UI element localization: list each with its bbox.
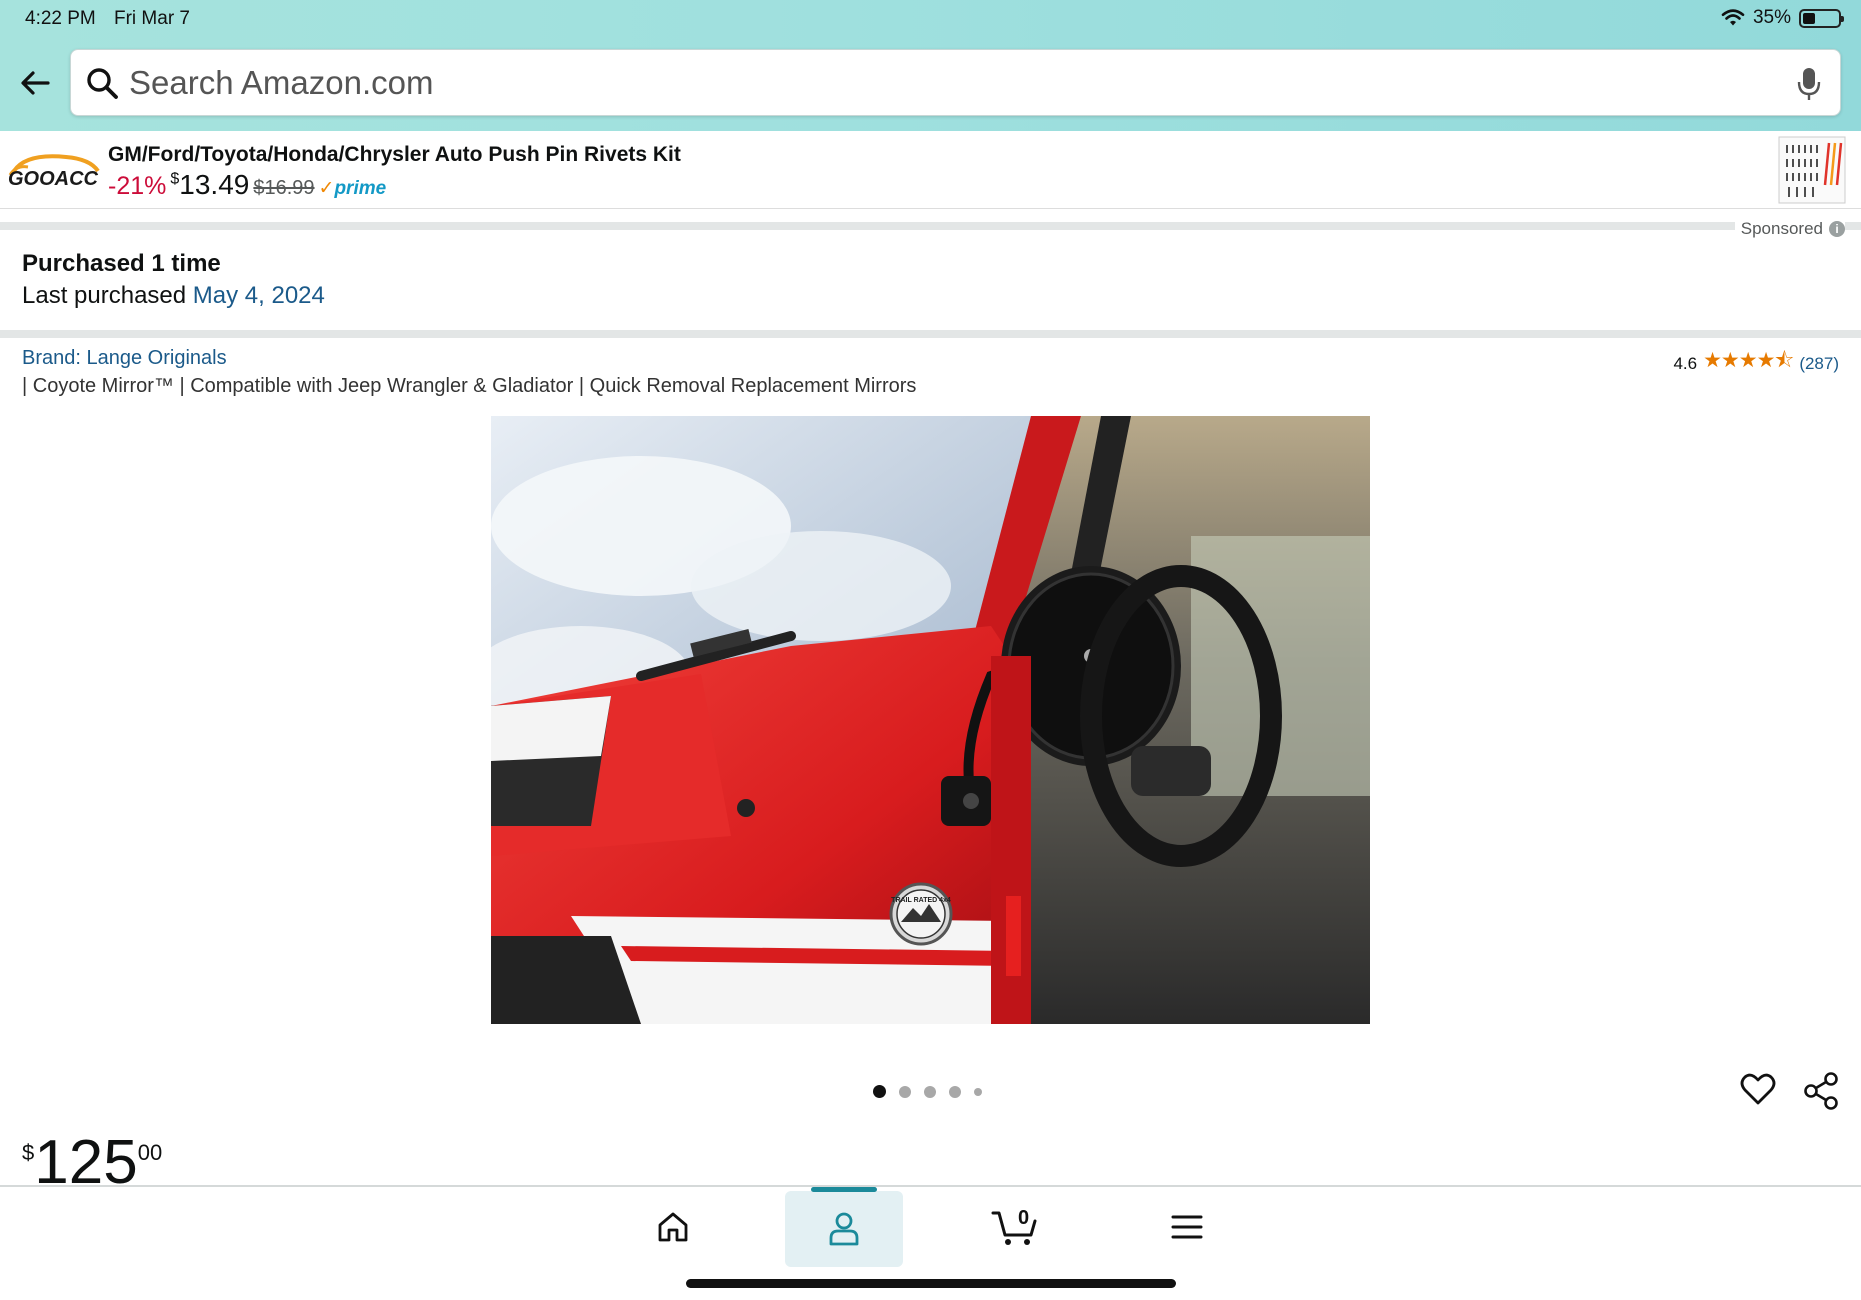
pager-dot[interactable]: [949, 1085, 961, 1098]
ad-list-price: $16.99: [253, 177, 315, 199]
ad-product-thumbnail[interactable]: [1777, 135, 1847, 205]
header: 4:22 PM Fri Mar 7 35%: [0, 0, 1861, 131]
cart-icon: [991, 1211, 1037, 1245]
ad-price: $13.49: [170, 169, 250, 200]
tab-account[interactable]: [785, 1187, 903, 1267]
section-divider: [0, 330, 1861, 338]
back-arrow-icon[interactable]: [18, 66, 52, 100]
rating[interactable]: 4.6 ★★★★⯪ (287): [1673, 346, 1839, 381]
account-icon: [829, 1212, 859, 1246]
rating-count-link[interactable]: (287): [1799, 354, 1839, 374]
pager-dot[interactable]: [873, 1085, 886, 1098]
last-purchased-date-link[interactable]: May 4, 2024: [193, 282, 325, 309]
wifi-icon: [1721, 9, 1745, 26]
tab-cart[interactable]: 0: [956, 1187, 1074, 1267]
microphone-icon[interactable]: [1796, 66, 1822, 102]
status-bar: 4:22 PM Fri Mar 7 35%: [0, 0, 1861, 38]
image-pager[interactable]: [873, 1085, 982, 1098]
home-indicator[interactable]: [686, 1279, 1176, 1288]
pager-dot[interactable]: [924, 1085, 936, 1098]
tab-menu[interactable]: [1128, 1187, 1246, 1267]
star-rating-icon: ★★★★⯪: [1703, 349, 1794, 372]
last-purchased: Last purchased May 4, 2024: [22, 282, 325, 309]
brand-link[interactable]: Brand: Lange Originals: [22, 347, 227, 370]
search-icon: [87, 68, 118, 99]
ad-title[interactable]: GM/Ford/Toyota/Honda/Chrysler Auto Push …: [108, 143, 681, 167]
pager-dot[interactable]: [974, 1087, 982, 1096]
sponsored-ad[interactable]: GOOACC GM/Ford/Toyota/Honda/Chrysler Aut…: [0, 131, 1861, 209]
status-time: 4:22 PM: [25, 8, 96, 29]
product-title: | Coyote Mirror™ | Compatible with Jeep …: [22, 375, 917, 397]
svg-text:GOOACC: GOOACC: [8, 168, 99, 190]
prime-badge: ✓prime: [318, 178, 387, 199]
rating-value: 4.6: [1673, 353, 1698, 373]
home-icon: [658, 1212, 688, 1242]
heart-icon[interactable]: [1740, 1072, 1776, 1106]
info-icon[interactable]: i: [1829, 221, 1845, 237]
pager-dot[interactable]: [899, 1085, 911, 1098]
sponsored-label[interactable]: Sponsored i: [1734, 219, 1845, 239]
battery-icon: [1799, 8, 1844, 28]
gooacc-logo: GOOACC: [8, 154, 100, 190]
search-bar[interactable]: [70, 49, 1841, 116]
tab-home[interactable]: [614, 1187, 732, 1267]
purchase-count: Purchased 1 time: [22, 250, 221, 277]
ad-pricing: -21% $13.49 $16.99 ✓prime: [108, 169, 386, 201]
battery-percent: 35%: [1752, 7, 1791, 28]
search-input[interactable]: [129, 58, 1729, 108]
share-icon[interactable]: [1803, 1072, 1839, 1110]
product-image[interactable]: TRAIL RATED 4x4: [491, 416, 1370, 1024]
section-divider: [0, 222, 1861, 230]
ad-discount: -21%: [108, 172, 167, 200]
menu-icon: [1171, 1215, 1203, 1239]
status-right: 35%: [1721, 7, 1844, 29]
svg-text:TRAIL RATED 4x4: TRAIL RATED 4x4: [891, 897, 951, 904]
cart-count-badge: 0: [1018, 1207, 1030, 1229]
prime-check-icon: ✓: [318, 178, 335, 199]
status-date: Fri Mar 7: [114, 8, 190, 29]
